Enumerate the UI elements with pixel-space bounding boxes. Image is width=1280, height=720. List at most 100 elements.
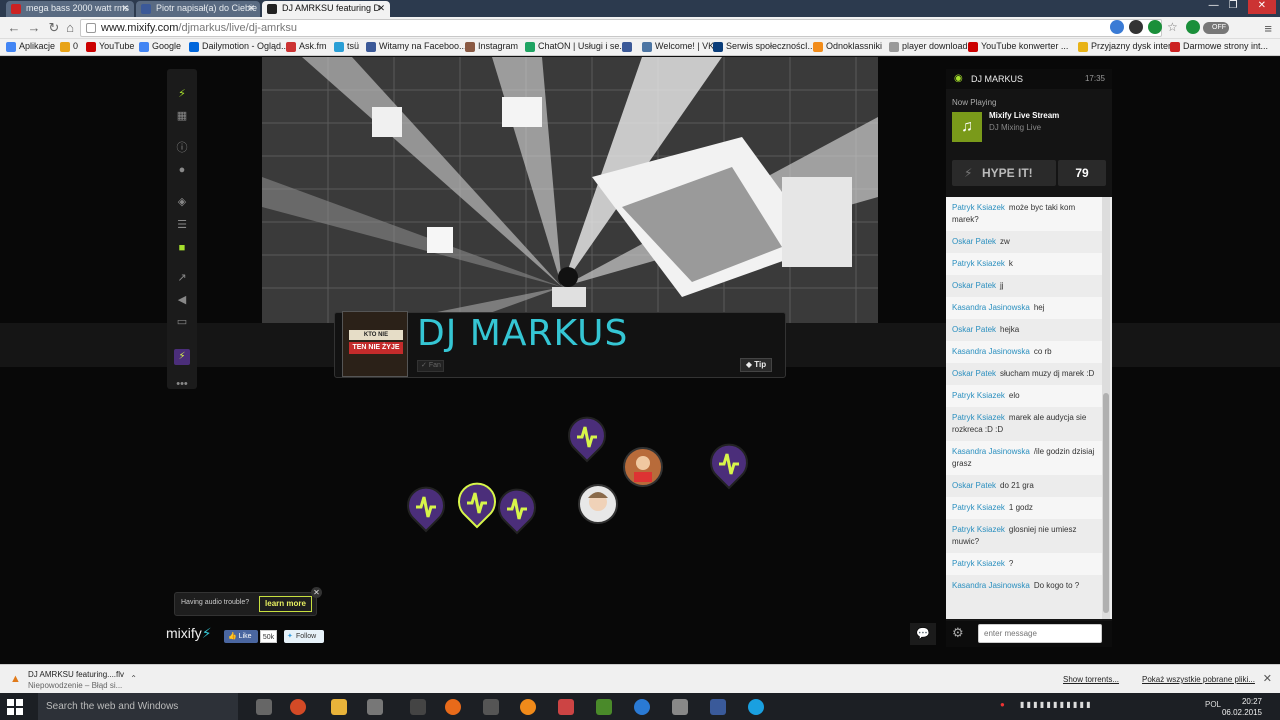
- live-icon[interactable]: ⚡: [167, 85, 197, 103]
- show-all-downloads-link[interactable]: Pokaż wszystkie pobrane pliki...: [1142, 675, 1255, 684]
- info-icon[interactable]: ⓘ: [167, 139, 197, 157]
- audience-marker[interactable]: [406, 485, 446, 533]
- tray-icons[interactable]: ▮ ▮ ▮ ▮ ▮ ▮ ▮ ▮ ▮ ▮ ▮: [1020, 700, 1091, 709]
- tab-mixify[interactable]: DJ AMRKSU featuring D ✕: [262, 1, 390, 17]
- audience-avatar[interactable]: [623, 447, 663, 495]
- tab-youtube[interactable]: mega bass 2000 watt rms ✕: [6, 1, 134, 17]
- task-view-icon[interactable]: [256, 699, 272, 715]
- bookmark-item[interactable]: Serwis społecznoścI...: [713, 41, 815, 52]
- chat-username[interactable]: Patryk Ksiazek: [952, 203, 1005, 212]
- app-icon[interactable]: [710, 699, 726, 715]
- minimize-icon[interactable]: —: [1209, 0, 1219, 14]
- taskbar-search[interactable]: Search the web and Windows: [38, 693, 238, 720]
- facebook-like-button[interactable]: 👍 Like: [224, 630, 258, 643]
- chat-username[interactable]: Oskar Patek: [952, 369, 996, 378]
- volume-icon[interactable]: ◀: [167, 291, 197, 309]
- chat-username[interactable]: Patryk Ksiazek: [952, 525, 1005, 534]
- extension-icon[interactable]: [1148, 20, 1162, 34]
- bookmark-item[interactable]: Welcome! | VK: [642, 41, 714, 52]
- windows-start-icon[interactable]: [7, 699, 23, 715]
- fan-button[interactable]: ✓ Fan: [417, 360, 444, 372]
- language-indicator[interactable]: POL: [1205, 700, 1221, 709]
- calculator-icon[interactable]: [410, 699, 426, 715]
- chat-log[interactable]: Patryk Ksiazek może byc taki kom marek? Os…: [946, 197, 1112, 619]
- calendar-icon[interactable]: ▦: [167, 107, 197, 125]
- chat-scrollbar[interactable]: [1102, 197, 1110, 619]
- extension-icon[interactable]: [1129, 20, 1143, 34]
- chat-username[interactable]: Oskar Patek: [952, 481, 996, 490]
- chevron-up-icon[interactable]: ⌃: [130, 674, 137, 683]
- bookmark-item[interactable]: player download: [889, 41, 968, 52]
- star-icon[interactable]: ☆: [1167, 20, 1181, 34]
- tab-close-icon[interactable]: ✕: [377, 3, 385, 14]
- audience-marker[interactable]: [567, 415, 607, 463]
- close-popup-icon[interactable]: ✕: [311, 587, 322, 598]
- store-icon[interactable]: [367, 699, 383, 715]
- user-icon[interactable]: ●: [167, 161, 197, 179]
- bookmark-item[interactable]: Przyjazny dysk inter...: [1078, 41, 1178, 52]
- app-icon[interactable]: [558, 699, 574, 715]
- audience-marker-highlighted[interactable]: [457, 481, 497, 529]
- maximize-icon[interactable]: ❐: [1229, 0, 1238, 14]
- browser-menu-icon[interactable]: ≡: [1264, 21, 1272, 36]
- share-icon[interactable]: ↗: [167, 269, 197, 287]
- mixify-logo[interactable]: mixify⚡: [166, 625, 212, 642]
- audience-avatar[interactable]: [578, 484, 618, 532]
- list-icon[interactable]: ☰: [167, 216, 197, 234]
- forward-icon[interactable]: →: [26, 20, 42, 36]
- home-icon[interactable]: ⌂: [62, 20, 78, 36]
- video-camera-icon[interactable]: ■: [167, 239, 197, 257]
- chat-username[interactable]: Patryk Ksiazek: [952, 413, 1005, 422]
- skype-icon[interactable]: [748, 699, 764, 715]
- hype-it-button[interactable]: ⚡ HYPE IT!: [952, 160, 1056, 186]
- close-window-icon[interactable]: ✕: [1247, 0, 1276, 14]
- download-icon[interactable]: [1186, 20, 1200, 34]
- tab-facebook[interactable]: Piotr napisał(a) do Ciebie ✕: [136, 1, 260, 17]
- chat-username[interactable]: Kasandra Jasinowska: [952, 303, 1030, 312]
- chat-bubbles-icon[interactable]: 💬: [910, 623, 936, 645]
- bookmark-item[interactable]: Instagram: [465, 41, 518, 52]
- app-icon[interactable]: [672, 699, 688, 715]
- tip-button[interactable]: ◆ Tip: [740, 358, 772, 372]
- clock[interactable]: 20:27 06.02.2015: [1222, 696, 1262, 718]
- chat-username[interactable]: Patryk Ksiazek: [952, 559, 1005, 568]
- internet-explorer-icon[interactable]: [634, 699, 650, 715]
- bookmark-item[interactable]: 0: [60, 41, 78, 52]
- reload-icon[interactable]: ↻: [46, 20, 62, 36]
- bookmark-item[interactable]: Ask.fm: [286, 41, 327, 52]
- tab-close-icon[interactable]: ✕: [247, 3, 255, 14]
- chat-username[interactable]: Patryk Ksiazek: [952, 391, 1005, 400]
- record-icon[interactable]: ●: [1000, 700, 1005, 709]
- gear-icon[interactable]: ⚙: [952, 625, 964, 641]
- audience-marker[interactable]: [709, 442, 749, 490]
- chat-username[interactable]: Kasandra Jasinowska: [952, 447, 1030, 456]
- twitter-follow-button[interactable]: ✦ Follow: [284, 630, 324, 643]
- bookmark-item[interactable]: Dailymotion - Ogląd...: [189, 41, 289, 52]
- app-icon[interactable]: [520, 699, 536, 715]
- bookmark-item[interactable]: Odnoklassniki: [813, 41, 882, 52]
- close-download-bar-icon[interactable]: ✕: [1263, 672, 1272, 685]
- chat-message-input[interactable]: [978, 624, 1102, 643]
- bookmark-item[interactable]: Aplikacje: [6, 41, 55, 52]
- firefox-icon[interactable]: [445, 699, 461, 715]
- tag-icon[interactable]: ◈: [167, 193, 197, 211]
- audience-marker[interactable]: [497, 487, 537, 535]
- bookmark-item[interactable]: YouTube: [86, 41, 134, 52]
- more-icon[interactable]: •••: [167, 375, 197, 393]
- minecraft-icon[interactable]: [596, 699, 612, 715]
- chat-username[interactable]: Patryk Ksiazek: [952, 503, 1005, 512]
- bookmark-item[interactable]: Witamy na Faceboo...: [366, 41, 467, 52]
- chat-username[interactable]: Patryk Ksiazek: [952, 259, 1005, 268]
- chat-username[interactable]: Oskar Patek: [952, 325, 996, 334]
- scrollbar-thumb[interactable]: [1103, 393, 1109, 613]
- mixify-badge-icon[interactable]: ⚡: [174, 349, 190, 365]
- learn-more-button[interactable]: learn more: [259, 596, 312, 612]
- tab-close-icon[interactable]: ✕: [121, 3, 129, 14]
- chat-username[interactable]: Oskar Patek: [952, 281, 996, 290]
- app-icon[interactable]: [483, 699, 499, 715]
- address-bar[interactable]: www.mixify.com/djmarkus/live/dj-amrksu: [80, 19, 1162, 37]
- dj-avatar[interactable]: KTO NIE POMPUJE TEN NIE ŻYJE: [342, 311, 408, 377]
- chat-username[interactable]: Oskar Patek: [952, 237, 996, 246]
- off-toggle[interactable]: OFF: [1203, 22, 1229, 34]
- screen-icon[interactable]: ▭: [167, 313, 197, 331]
